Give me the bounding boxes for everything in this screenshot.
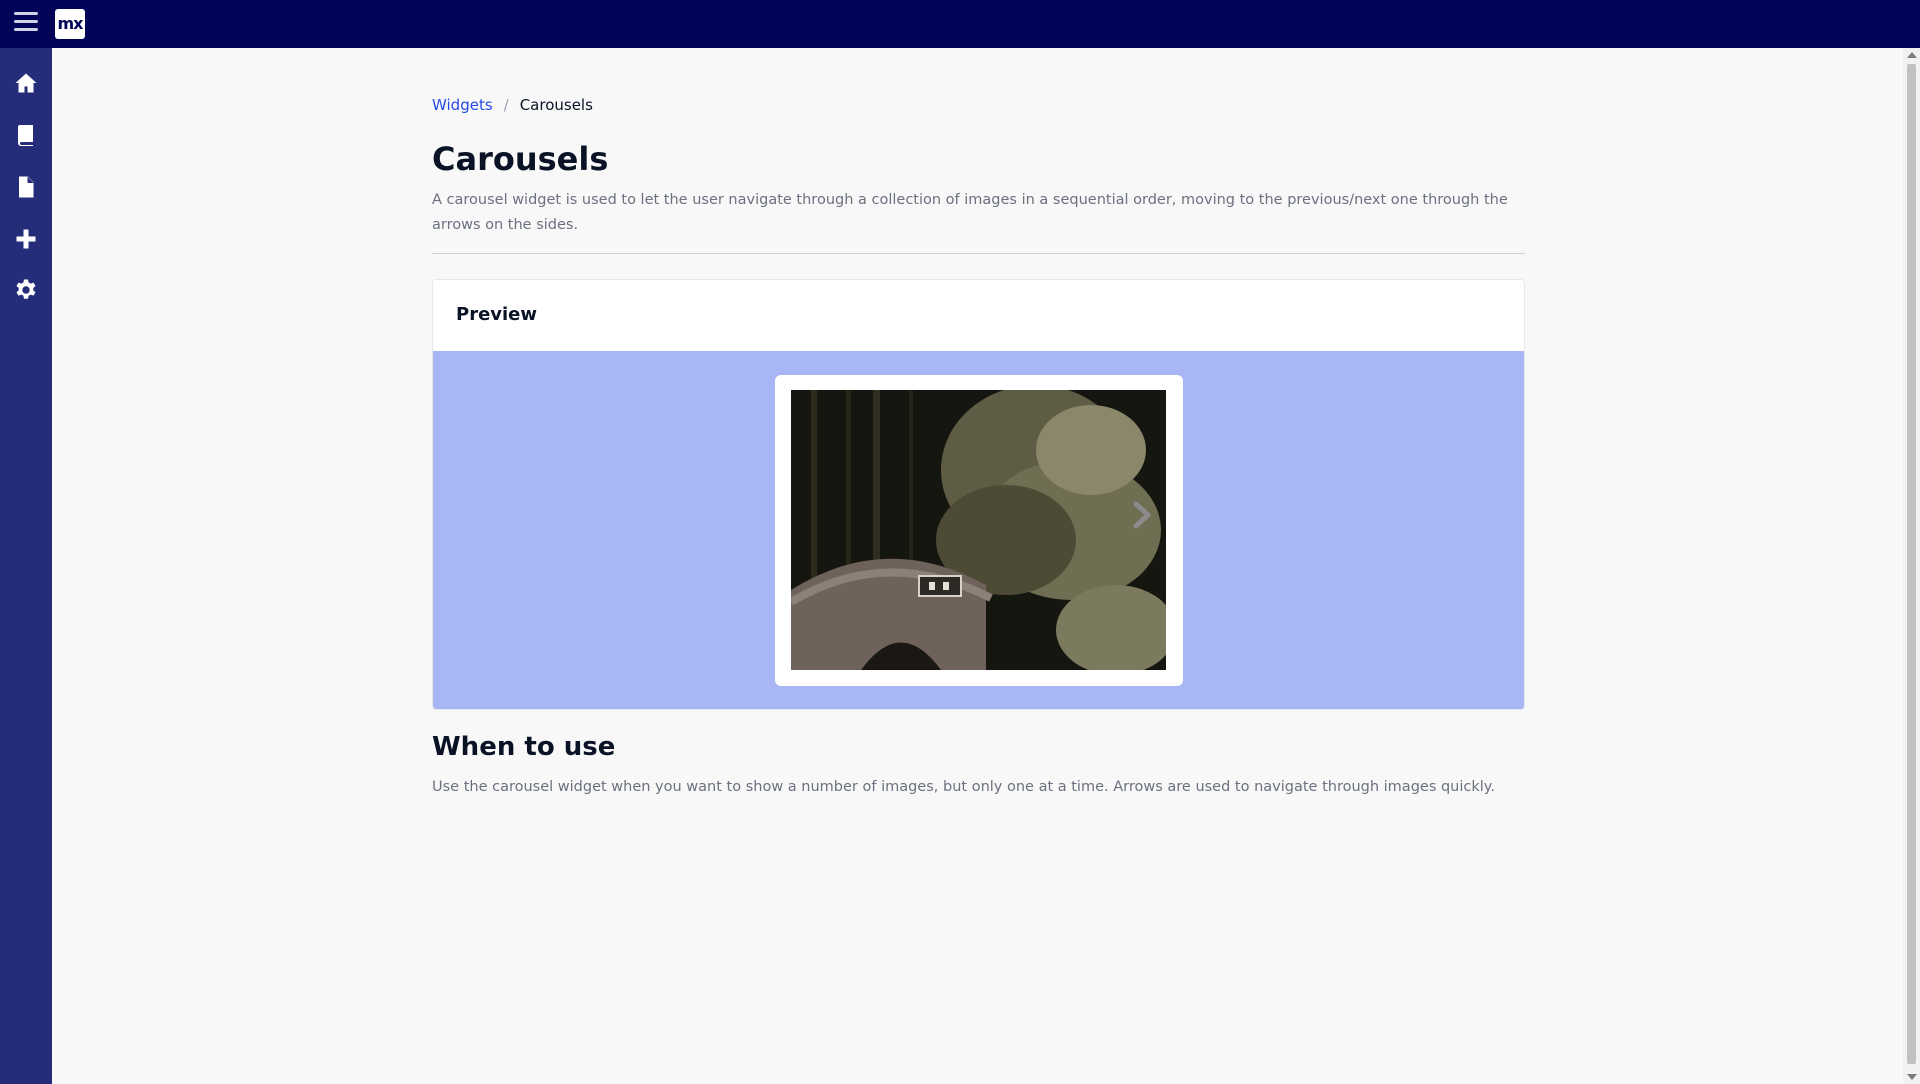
- app-logo[interactable]: mx: [55, 9, 85, 39]
- page-scrollbar[interactable]: [1903, 48, 1920, 1084]
- divider: [432, 253, 1525, 254]
- preview-stage: [433, 351, 1524, 709]
- breadcrumb-widgets-link[interactable]: Widgets: [432, 96, 493, 114]
- scroll-down-arrow[interactable]: [1907, 1074, 1917, 1080]
- plus-icon[interactable]: [12, 225, 40, 253]
- when-to-use-text: Use the carousel widget when you want to…: [432, 779, 1495, 795]
- file-icon[interactable]: [12, 173, 40, 201]
- book-icon[interactable]: [12, 121, 40, 149]
- preview-title: Preview: [456, 304, 538, 325]
- when-to-use-title: When to use: [432, 732, 616, 762]
- carousel: [775, 375, 1183, 686]
- breadcrumb-current: Carousels: [519, 96, 593, 114]
- gear-icon[interactable]: [12, 276, 40, 304]
- top-bar: mx: [0, 0, 1920, 48]
- scroll-thumb[interactable]: [1907, 64, 1916, 1064]
- menu-icon[interactable]: [14, 12, 38, 34]
- chevron-right-icon[interactable]: [1127, 500, 1157, 530]
- breadcrumb-separator: /: [503, 96, 509, 114]
- page-title: Carousels: [432, 140, 609, 178]
- page-description: A carousel widget is used to let the use…: [432, 192, 1508, 233]
- side-navigation: [0, 48, 52, 1084]
- home-icon[interactable]: [12, 69, 40, 97]
- breadcrumb: Widgets / Carousels: [432, 96, 593, 114]
- carousel-image: [791, 390, 1166, 670]
- preview-card: Preview: [432, 279, 1525, 710]
- scroll-up-arrow[interactable]: [1907, 52, 1917, 58]
